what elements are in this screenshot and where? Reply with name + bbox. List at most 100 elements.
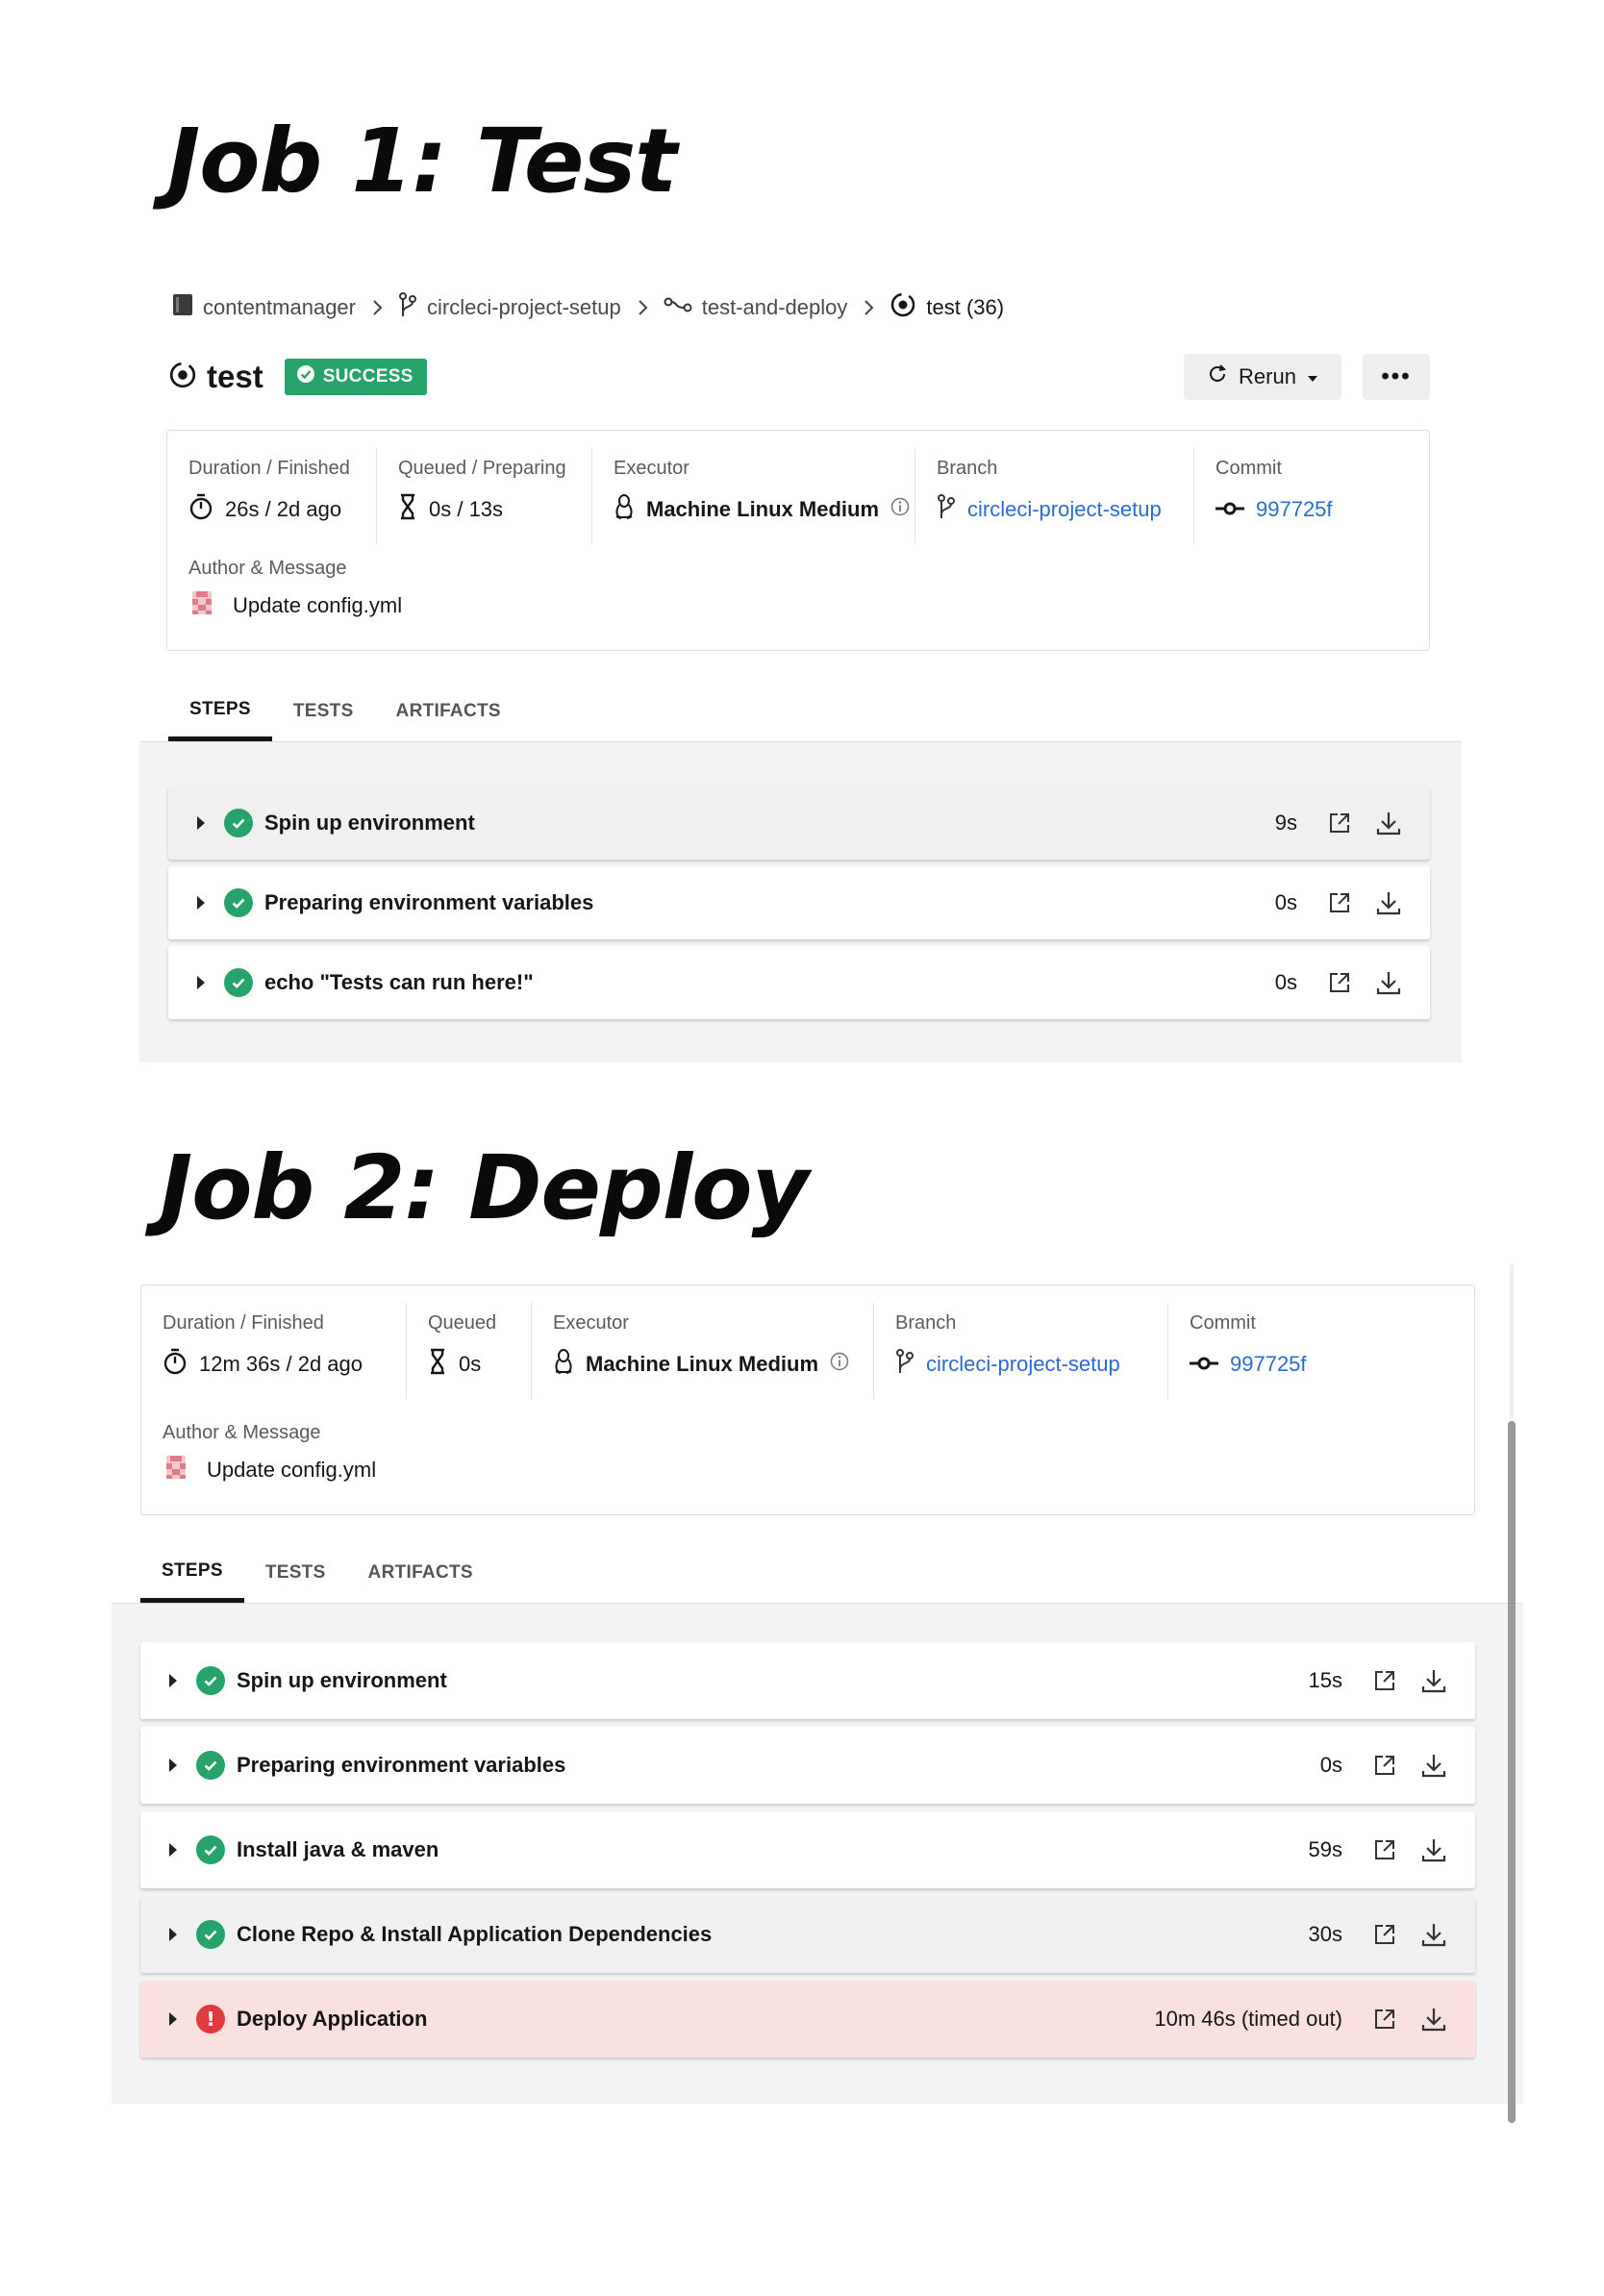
branch-field: Branch circleci-project-setup [915,448,1194,544]
branch-link[interactable]: circleci-project-setup [967,497,1162,522]
external-link-icon[interactable] [1326,810,1353,836]
external-link-icon[interactable] [1326,889,1353,916]
job-info-card: Duration / Finished 26s / 2d ago Queued … [166,430,1430,651]
commit-link[interactable]: 997725f [1230,1352,1307,1377]
download-icon[interactable] [1374,968,1403,997]
job2-heading: Job 2: Deploy [160,1136,809,1239]
tab-steps[interactable]: STEPS [140,1539,244,1603]
branch-link[interactable]: circleci-project-setup [926,1352,1120,1377]
job-title: test [207,359,263,394]
executor-field: Executor Machine Linux Medium [532,1303,874,1399]
linux-icon [553,1348,574,1381]
step-name: Clone Repo & Install Application Depende… [237,1922,713,1946]
duration-field: Duration / Finished 26s / 2d ago [167,448,377,544]
more-options-button[interactable]: ••• [1363,354,1430,400]
tab-tests[interactable]: TESTS [244,1543,347,1603]
job-icon [168,361,197,394]
step-name: Preparing environment variables [237,1753,566,1777]
expand-caret-icon[interactable] [197,896,205,910]
step-row[interactable]: echo "Tests can run here!" 0s [168,946,1430,1019]
tab-steps[interactable]: STEPS [168,678,272,741]
download-icon[interactable] [1419,1751,1448,1780]
expand-caret-icon[interactable] [169,2012,177,2026]
expand-caret-icon[interactable] [169,1759,177,1772]
status-badge: SUCCESS [284,359,427,395]
steps-list: Spin up environment 15s Preparing enviro… [112,1604,1523,2104]
queued-field: Queued 0s [407,1303,532,1399]
step-row-failed[interactable]: ! Deploy Application 10m 46s (timed out) [140,1981,1475,2058]
step-row[interactable]: Preparing environment variables 0s [168,866,1430,939]
step-duration: 59s [1308,1837,1342,1861]
commit-field: Commit 997725f [1190,1312,1307,1377]
check-icon [224,809,253,837]
info-icon[interactable] [830,1352,849,1377]
download-icon[interactable] [1419,1666,1448,1695]
step-row[interactable]: Install java & maven 59s [140,1811,1475,1888]
chevron-right-icon [637,299,648,316]
commit-link[interactable]: 997725f [1256,497,1333,522]
check-icon [196,1920,225,1949]
check-icon [196,1666,225,1695]
branch-field: Branch circleci-project-setup [874,1303,1168,1399]
external-link-icon[interactable] [1326,969,1353,996]
step-duration: 9s [1274,811,1297,835]
step-row[interactable]: Spin up environment 15s [140,1642,1475,1719]
download-icon[interactable] [1419,1835,1448,1864]
step-name: Spin up environment [237,1668,447,1692]
step-name: Deploy Application [237,2007,428,2031]
step-duration: 15s [1308,1668,1342,1692]
step-row[interactable]: Spin up environment 9s [168,786,1430,860]
expand-caret-icon[interactable] [197,976,205,989]
stopwatch-icon [163,1348,188,1381]
scrollbar[interactable] [1508,1421,1516,2123]
step-duration: 0s [1319,1753,1342,1777]
info-icon[interactable] [890,497,910,522]
rerun-button[interactable]: Rerun [1184,354,1341,400]
download-icon[interactable] [1419,1920,1448,1949]
external-link-icon[interactable] [1371,1752,1398,1779]
step-name: Install java & maven [237,1837,439,1861]
step-name: echo "Tests can run here!" [264,970,534,994]
expand-caret-icon[interactable] [169,1928,177,1941]
tab-artifacts[interactable]: ARTIFACTS [347,1543,494,1603]
breadcrumb-job[interactable]: test (36) [890,291,1004,324]
download-icon[interactable] [1374,888,1403,917]
job-tabs: STEPS TESTS ARTIFACTS [139,673,1462,742]
queued-field: Queued / Preparing 0s / 13s [377,448,592,544]
breadcrumb-project[interactable]: circleci-project-setup [398,291,621,324]
step-row[interactable]: Preparing environment variables 0s [140,1727,1475,1804]
step-row[interactable]: Clone Repo & Install Application Depende… [140,1896,1475,1973]
error-icon: ! [196,2005,225,2034]
download-icon[interactable] [1374,809,1403,837]
expand-caret-icon[interactable] [197,816,205,830]
job1-panel: contentmanager circleci-project-setup te… [139,260,1462,1062]
external-link-icon[interactable] [1371,1667,1398,1694]
job1-heading: Job 1: Test [167,110,677,212]
expand-caret-icon[interactable] [169,1843,177,1857]
tab-tests[interactable]: TESTS [272,682,375,741]
check-icon [224,888,253,917]
tab-artifacts[interactable]: ARTIFACTS [375,682,522,741]
breadcrumb-org[interactable]: contentmanager [172,293,356,322]
avatar-icon [188,589,215,622]
author-field: Author & Message Update config.yml [163,1418,376,1485]
check-icon [196,1835,225,1864]
executor-field: Executor Machine Linux Medium [592,448,915,544]
hourglass-icon [428,1348,447,1381]
expand-caret-icon[interactable] [169,1674,177,1687]
external-link-icon[interactable] [1371,2006,1398,2033]
breadcrumb-workflow[interactable]: test-and-deploy [664,295,847,320]
external-link-icon[interactable] [1371,1921,1398,1948]
job-title-row: test SUCCESS [168,356,427,398]
avatar-icon [163,1454,189,1486]
job-tabs: STEPS TESTS ARTIFACTS [112,1529,1523,1604]
check-icon [296,364,315,389]
chevron-right-icon [371,299,383,316]
external-link-icon[interactable] [1371,1836,1398,1863]
check-icon [224,968,253,997]
breadcrumb: contentmanager circleci-project-setup te… [172,290,1004,325]
step-duration: 30s [1308,1922,1342,1946]
chevron-right-icon [863,299,874,316]
download-icon[interactable] [1419,2005,1448,2034]
step-name: Spin up environment [264,811,475,835]
